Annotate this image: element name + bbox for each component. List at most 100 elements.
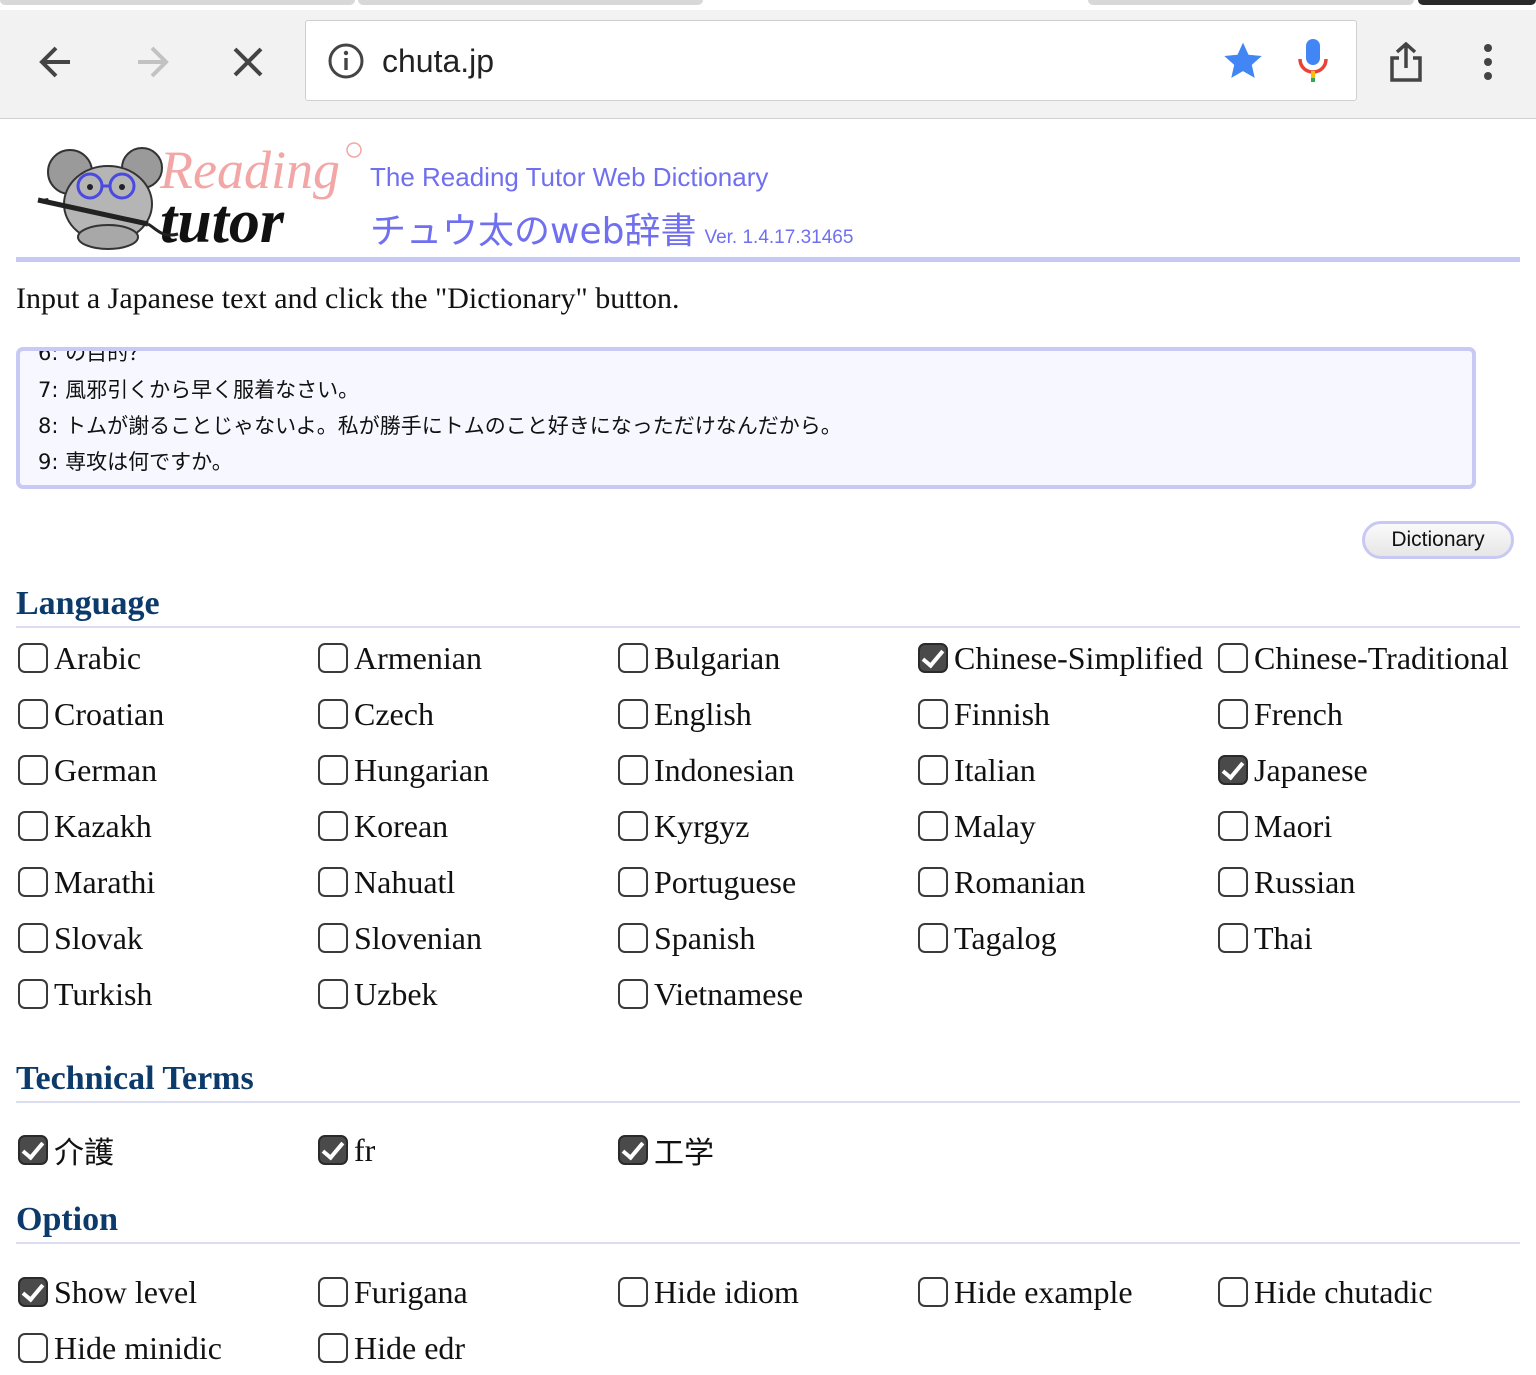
reading-tutor-logo[interactable]: Reading tutor (36, 142, 376, 252)
checkbox-box[interactable] (1218, 1277, 1248, 1307)
checkbox-box[interactable] (318, 1333, 348, 1363)
option-checkbox-hide-example[interactable]: Hide example (918, 1272, 1133, 1312)
language-checkbox-slovenian[interactable]: Slovenian (318, 918, 482, 958)
technical-term-checkbox-item-0[interactable]: 介護 (18, 1130, 114, 1171)
checkbox-box[interactable] (618, 1135, 648, 1165)
option-checkbox-show-level[interactable]: Show level (18, 1272, 197, 1312)
language-checkbox-uzbek[interactable]: Uzbek (318, 974, 438, 1014)
checkbox-box[interactable] (18, 867, 48, 897)
language-checkbox-marathi[interactable]: Marathi (18, 862, 155, 902)
language-checkbox-croatian[interactable]: Croatian (18, 694, 164, 734)
checkbox-box[interactable] (918, 923, 948, 953)
dictionary-button[interactable]: Dictionary (1362, 521, 1514, 559)
language-checkbox-korean[interactable]: Korean (318, 806, 448, 846)
checkbox-box[interactable] (18, 643, 48, 673)
language-checkbox-finnish[interactable]: Finnish (918, 694, 1050, 734)
language-checkbox-malay[interactable]: Malay (918, 806, 1036, 846)
checkbox-box[interactable] (318, 923, 348, 953)
checkbox-box[interactable] (318, 979, 348, 1009)
option-checkbox-hide-edr[interactable]: Hide edr (318, 1328, 465, 1368)
option-checkbox-furigana[interactable]: Furigana (318, 1272, 468, 1312)
language-checkbox-spanish[interactable]: Spanish (618, 918, 755, 958)
checkbox-box[interactable] (18, 1333, 48, 1363)
checkbox-box[interactable] (1218, 867, 1248, 897)
language-checkbox-portuguese[interactable]: Portuguese (618, 862, 796, 902)
checkbox-box[interactable] (618, 979, 648, 1009)
language-checkbox-maori[interactable]: Maori (1218, 806, 1332, 846)
checkbox-box[interactable] (618, 867, 648, 897)
language-checkbox-armenian[interactable]: Armenian (318, 638, 482, 678)
checkbox-box[interactable] (18, 699, 48, 729)
address-bar[interactable]: chuta.jp (305, 20, 1357, 101)
menu-button[interactable] (1458, 32, 1518, 92)
tab[interactable] (1088, 0, 1414, 5)
language-checkbox-thai[interactable]: Thai (1218, 918, 1313, 958)
checkbox-box[interactable] (1218, 699, 1248, 729)
language-checkbox-arabic[interactable]: Arabic (18, 638, 141, 678)
checkbox-box[interactable] (1218, 643, 1248, 673)
language-checkbox-english[interactable]: English (618, 694, 752, 734)
language-checkbox-indonesian[interactable]: Indonesian (618, 750, 794, 790)
checkbox-box[interactable] (318, 1277, 348, 1307)
checkbox-box[interactable] (318, 699, 348, 729)
checkbox-box[interactable] (618, 923, 648, 953)
language-checkbox-hungarian[interactable]: Hungarian (318, 750, 489, 790)
option-checkbox-hide-idiom[interactable]: Hide idiom (618, 1272, 799, 1312)
checkbox-box[interactable] (318, 867, 348, 897)
checkbox-box[interactable] (18, 755, 48, 785)
technical-term-checkbox-item-2[interactable]: 工学 (618, 1130, 714, 1171)
checkbox-box[interactable] (18, 923, 48, 953)
japanese-text-input[interactable]: 6: の目的？ 7: 風邪引くから早く服着なさい。 8: トムが謝ることじゃない… (16, 347, 1476, 489)
language-checkbox-french[interactable]: French (1218, 694, 1343, 734)
checkbox-box[interactable] (918, 811, 948, 841)
back-button[interactable] (26, 32, 86, 92)
stop-loading-button[interactable] (218, 32, 278, 92)
language-checkbox-nahuatl[interactable]: Nahuatl (318, 862, 455, 902)
language-checkbox-chinese-traditional[interactable]: Chinese-Traditional (1218, 638, 1509, 678)
forward-button[interactable] (122, 32, 182, 92)
option-checkbox-hide-chutadic[interactable]: Hide chutadic (1218, 1272, 1433, 1312)
checkbox-box[interactable] (918, 699, 948, 729)
checkbox-box[interactable] (618, 1277, 648, 1307)
language-checkbox-turkish[interactable]: Turkish (18, 974, 152, 1014)
star-icon[interactable] (1221, 39, 1265, 83)
tab[interactable] (1418, 0, 1536, 5)
url-text[interactable]: chuta.jp (382, 43, 494, 80)
checkbox-box[interactable] (18, 1277, 48, 1307)
checkbox-box[interactable] (918, 755, 948, 785)
checkbox-box[interactable] (18, 979, 48, 1009)
tab[interactable] (358, 0, 703, 5)
language-checkbox-romanian[interactable]: Romanian (918, 862, 1086, 902)
language-checkbox-chinese-simplified[interactable]: Chinese-Simplified (918, 638, 1203, 678)
language-checkbox-kazakh[interactable]: Kazakh (18, 806, 152, 846)
checkbox-box[interactable] (318, 643, 348, 673)
language-checkbox-german[interactable]: German (18, 750, 157, 790)
checkbox-box[interactable] (1218, 755, 1248, 785)
technical-term-checkbox-fr[interactable]: fr (318, 1130, 375, 1170)
checkbox-box[interactable] (18, 811, 48, 841)
checkbox-box[interactable] (918, 1277, 948, 1307)
checkbox-box[interactable] (18, 1135, 48, 1165)
share-button[interactable] (1376, 32, 1436, 92)
checkbox-box[interactable] (618, 699, 648, 729)
checkbox-box[interactable] (318, 1135, 348, 1165)
checkbox-box[interactable] (618, 755, 648, 785)
language-checkbox-vietnamese[interactable]: Vietnamese (618, 974, 803, 1014)
language-checkbox-slovak[interactable]: Slovak (18, 918, 143, 958)
option-checkbox-hide-minidic[interactable]: Hide minidic (18, 1328, 222, 1368)
microphone-icon[interactable] (1296, 37, 1330, 85)
language-checkbox-bulgarian[interactable]: Bulgarian (618, 638, 780, 678)
language-checkbox-russian[interactable]: Russian (1218, 862, 1355, 902)
checkbox-box[interactable] (618, 811, 648, 841)
checkbox-box[interactable] (1218, 811, 1248, 841)
language-checkbox-tagalog[interactable]: Tagalog (918, 918, 1057, 958)
checkbox-box[interactable] (318, 755, 348, 785)
info-icon[interactable] (326, 41, 366, 81)
language-checkbox-czech[interactable]: Czech (318, 694, 434, 734)
tab[interactable] (0, 0, 355, 5)
checkbox-box[interactable] (1218, 923, 1248, 953)
checkbox-box[interactable] (918, 643, 948, 673)
checkbox-box[interactable] (318, 811, 348, 841)
language-checkbox-italian[interactable]: Italian (918, 750, 1036, 790)
checkbox-box[interactable] (618, 643, 648, 673)
